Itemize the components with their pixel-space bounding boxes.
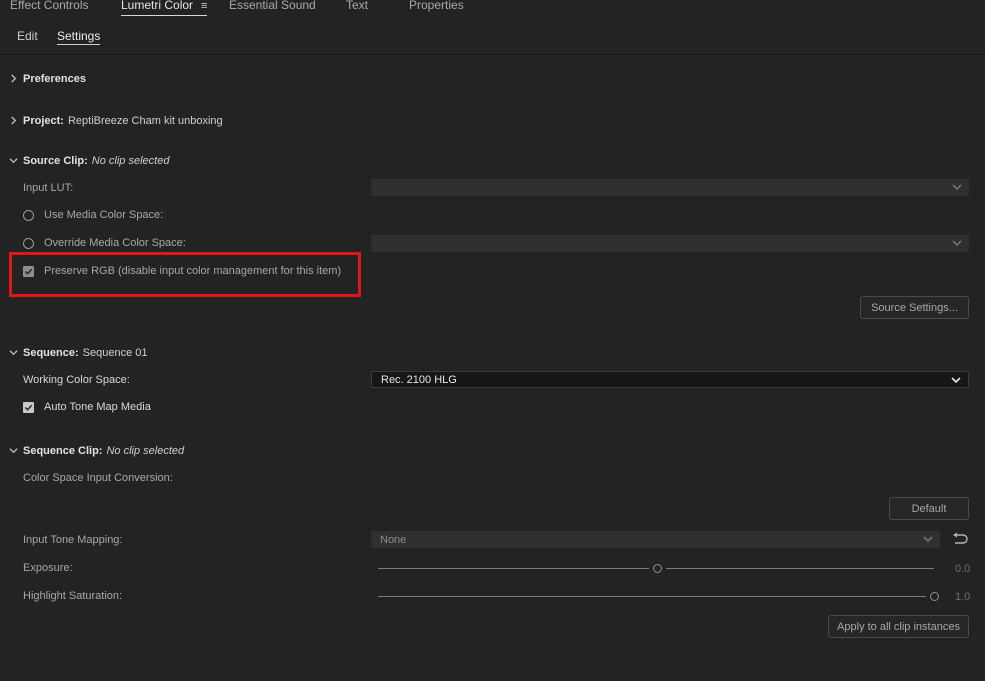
chevron-down-icon: [952, 184, 962, 191]
section-sequence[interactable]: Sequence: Sequence 01: [23, 345, 147, 361]
working-color-space-value: Rec. 2100 HLG: [381, 373, 457, 386]
override-color-space-dropdown[interactable]: [371, 235, 969, 252]
working-color-space-label: Working Color Space:: [23, 374, 130, 386]
chevron-right-icon[interactable]: [7, 72, 19, 84]
use-media-color-space-radio[interactable]: [23, 210, 34, 221]
tab-essential-sound[interactable]: Essential Sound: [229, 0, 316, 16]
input-lut-dropdown[interactable]: [371, 179, 969, 196]
exposure-slider-track-left[interactable]: [378, 568, 649, 569]
highlight-saturation-slider-track[interactable]: [378, 596, 926, 597]
tab-text[interactable]: Text: [346, 0, 368, 16]
tab-lumetri-color-label: Lumetri Color: [121, 0, 194, 12]
override-media-color-space-radio[interactable]: [23, 238, 34, 249]
source-clip-value: No clip selected: [91, 155, 170, 167]
chevron-down-icon: [923, 536, 933, 543]
apply-to-all-clip-instances-button[interactable]: Apply to all clip instances: [828, 615, 969, 638]
override-media-color-space-label: Override Media Color Space:: [44, 237, 186, 249]
section-sequence-clip-label: Sequence Clip:: [23, 445, 103, 457]
chevron-down-icon: [951, 377, 961, 384]
chevron-down-icon[interactable]: [7, 154, 19, 166]
tab-effect-controls[interactable]: Effect Controls: [10, 0, 88, 16]
highlight-saturation-slider-handle[interactable]: [930, 592, 939, 601]
chevron-right-icon[interactable]: [7, 114, 19, 126]
working-color-space-dropdown[interactable]: Rec. 2100 HLG: [371, 371, 969, 388]
input-tone-mapping-label: Input Tone Mapping:: [23, 534, 123, 546]
auto-tone-map-checkbox[interactable]: [23, 402, 34, 413]
exposure-value[interactable]: 0.0: [955, 563, 970, 575]
input-lut-label: Input LUT:: [23, 182, 74, 194]
sequence-name: Sequence 01: [82, 347, 148, 359]
subtab-edit[interactable]: Edit: [17, 29, 38, 45]
subtab-settings[interactable]: Settings: [57, 29, 101, 45]
sequence-clip-value: No clip selected: [106, 445, 185, 457]
section-preferences-label: Preferences: [23, 73, 86, 85]
exposure-label: Exposure:: [23, 562, 73, 574]
section-project-label: Project:: [23, 115, 64, 127]
divider: [0, 54, 985, 55]
source-settings-button[interactable]: Source Settings...: [860, 296, 969, 319]
highlight-annotation-box: [9, 252, 361, 297]
chevron-down-icon[interactable]: [7, 346, 19, 358]
auto-tone-map-label: Auto Tone Map Media: [44, 401, 151, 413]
section-project[interactable]: Project: ReptiBreeze Cham kit unboxing: [23, 113, 223, 129]
exposure-slider-handle[interactable]: [653, 564, 662, 573]
panel-tab-bar: Effect Controls Lumetri Color ≡ Essential…: [0, 0, 985, 19]
chevron-down-icon: [952, 240, 962, 247]
reset-icon[interactable]: [951, 532, 969, 546]
section-source-clip-label: Source Clip:: [23, 155, 88, 167]
section-preferences[interactable]: Preferences: [23, 71, 86, 87]
input-tone-mapping-value: None: [380, 533, 407, 546]
panel-menu-icon[interactable]: ≡: [201, 0, 207, 12]
color-space-input-conversion-label: Color Space Input Conversion:: [23, 472, 173, 484]
chevron-down-icon[interactable]: [7, 444, 19, 456]
section-sequence-label: Sequence:: [23, 347, 79, 359]
default-button[interactable]: Default: [889, 497, 969, 520]
highlight-saturation-label: Highlight Saturation:: [23, 590, 123, 602]
tab-lumetri-color[interactable]: Lumetri Color ≡: [121, 0, 208, 16]
input-tone-mapping-dropdown[interactable]: None: [371, 531, 940, 548]
project-name: ReptiBreeze Cham kit unboxing: [67, 115, 223, 127]
tab-properties[interactable]: Properties: [409, 0, 464, 16]
section-sequence-clip[interactable]: Sequence Clip: No clip selected: [23, 443, 184, 459]
highlight-saturation-value[interactable]: 1.0: [955, 591, 970, 603]
use-media-color-space-label: Use Media Color Space:: [44, 209, 164, 221]
checkmark-icon: [24, 404, 33, 411]
exposure-slider-track-right[interactable]: [666, 568, 934, 569]
section-source-clip[interactable]: Source Clip: No clip selected: [23, 153, 169, 169]
